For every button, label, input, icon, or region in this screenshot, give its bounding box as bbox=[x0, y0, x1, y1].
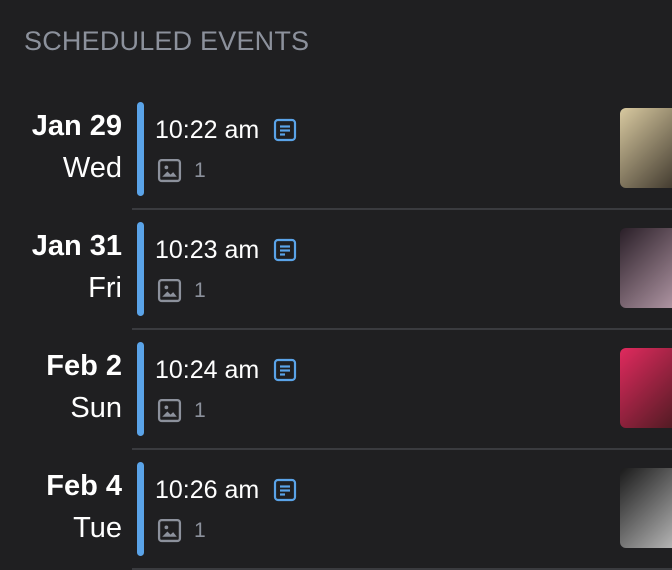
media-count: 1 bbox=[194, 518, 206, 542]
media-count: 1 bbox=[194, 278, 206, 302]
event-date: Feb 4 Tue bbox=[46, 466, 122, 550]
event-date-label: Jan 29 bbox=[31, 110, 122, 142]
event-thumbnail[interactable] bbox=[620, 468, 672, 548]
image-icon bbox=[157, 398, 182, 423]
event-time: 10:23 am bbox=[155, 236, 260, 264]
event-thumbnail[interactable] bbox=[620, 108, 672, 188]
event-thumbnail[interactable] bbox=[620, 348, 672, 428]
event-media-line: 1 bbox=[157, 518, 206, 543]
note-icon[interactable] bbox=[273, 478, 297, 502]
note-icon[interactable] bbox=[273, 118, 297, 142]
event-weekday-label: Sun bbox=[70, 392, 122, 424]
event-date: Jan 31 Fri bbox=[32, 226, 122, 310]
event-date: Feb 2 Sun bbox=[46, 346, 122, 430]
event-time: 10:26 am bbox=[155, 476, 260, 504]
event-media-line: 1 bbox=[157, 278, 206, 303]
event-accent-bar bbox=[137, 222, 144, 316]
event-thumbnail[interactable] bbox=[620, 228, 672, 308]
event-time-line: 10:23 am bbox=[155, 234, 297, 266]
event-row[interactable]: Jan 31 Fri 10:23 am 1 bbox=[0, 220, 672, 340]
media-count: 1 bbox=[194, 398, 206, 422]
row-divider bbox=[132, 448, 672, 450]
event-accent-bar bbox=[137, 102, 144, 196]
media-count: 1 bbox=[194, 158, 206, 182]
event-date: Jan 29 Wed bbox=[32, 106, 122, 190]
event-date-label: Feb 4 bbox=[46, 470, 122, 502]
scheduled-events-panel: SCHEDULED EVENTS Jan 29 Wed 10:22 am 1 J… bbox=[0, 0, 672, 570]
image-icon bbox=[157, 158, 182, 183]
event-date-label: Jan 31 bbox=[31, 230, 122, 262]
event-row[interactable]: Feb 4 Tue 10:26 am 1 bbox=[0, 460, 672, 570]
event-date-label: Feb 2 bbox=[46, 350, 122, 382]
event-accent-bar bbox=[137, 342, 144, 436]
event-weekday-label: Tue bbox=[73, 512, 122, 544]
row-divider bbox=[132, 208, 672, 210]
section-title: SCHEDULED EVENTS bbox=[24, 26, 310, 56]
event-row[interactable]: Feb 2 Sun 10:24 am 1 bbox=[0, 340, 672, 460]
event-list: Jan 29 Wed 10:22 am 1 Jan 31 Fri 10:23 a… bbox=[0, 100, 672, 570]
event-time-line: 10:26 am bbox=[155, 474, 297, 506]
event-weekday-label: Wed bbox=[62, 152, 122, 184]
event-time-line: 10:22 am bbox=[155, 114, 297, 146]
event-row[interactable]: Jan 29 Wed 10:22 am 1 bbox=[0, 100, 672, 220]
event-time: 10:24 am bbox=[155, 356, 260, 384]
event-time-line: 10:24 am bbox=[155, 354, 297, 386]
event-media-line: 1 bbox=[157, 158, 206, 183]
row-divider bbox=[132, 328, 672, 330]
event-weekday-label: Fri bbox=[88, 272, 122, 304]
image-icon bbox=[157, 278, 182, 303]
event-media-line: 1 bbox=[157, 398, 206, 423]
note-icon[interactable] bbox=[273, 358, 297, 382]
event-accent-bar bbox=[137, 462, 144, 556]
event-time: 10:22 am bbox=[155, 116, 260, 144]
note-icon[interactable] bbox=[273, 238, 297, 262]
image-icon bbox=[157, 518, 182, 543]
